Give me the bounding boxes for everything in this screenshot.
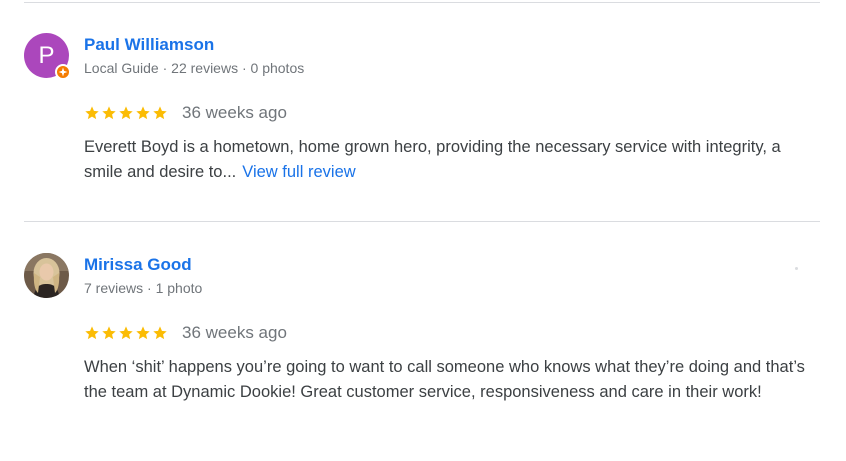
- reviewer-name[interactable]: Paul Williamson: [84, 35, 214, 55]
- star-rating: [84, 325, 168, 341]
- rating-row: 36 weeks ago: [84, 321, 287, 345]
- review-text: When ‘shit’ happens you’re going to want…: [84, 358, 805, 401]
- reviewer-meta: 7 reviews · 1 photo: [84, 280, 203, 296]
- more-options-icon[interactable]: [795, 267, 798, 270]
- review-text: Everett Boyd is a hometown, home grown h…: [84, 138, 781, 181]
- review-text-container: When ‘shit’ happens you’re going to want…: [84, 355, 820, 405]
- star-rating: [84, 105, 168, 121]
- review-card: P Paul Williamson Local Guide · 22 revie…: [24, 33, 820, 193]
- review-card: Mirissa Good 7 reviews · 1 photo 36 week…: [24, 253, 820, 453]
- star-icon: [85, 106, 99, 120]
- star-icon: [85, 326, 99, 340]
- star-icon: [102, 326, 116, 340]
- star-icon: [136, 326, 150, 340]
- divider: [24, 221, 820, 222]
- rating-row: 36 weeks ago: [84, 101, 287, 125]
- star-icon: [136, 106, 150, 120]
- star-icon: [102, 106, 116, 120]
- star-icon: [153, 326, 167, 340]
- reviews-list: P Paul Williamson Local Guide · 22 revie…: [0, 0, 846, 461]
- star-icon: [153, 106, 167, 120]
- avatar[interactable]: P: [24, 33, 71, 80]
- avatar[interactable]: [24, 253, 69, 298]
- reviewer-meta: Local Guide · 22 reviews · 0 photos: [84, 60, 305, 76]
- reviewer-name[interactable]: Mirissa Good: [84, 255, 192, 275]
- review-time: 36 weeks ago: [182, 323, 287, 342]
- star-icon: [119, 326, 133, 340]
- view-full-review-link[interactable]: View full review: [242, 163, 355, 181]
- star-icon: [119, 106, 133, 120]
- avatar-photo: [24, 253, 69, 298]
- divider: [24, 2, 820, 3]
- review-text-container: Everett Boyd is a hometown, home grown h…: [84, 135, 820, 185]
- local-guide-star-icon: [55, 64, 71, 80]
- review-time: 36 weeks ago: [182, 103, 287, 122]
